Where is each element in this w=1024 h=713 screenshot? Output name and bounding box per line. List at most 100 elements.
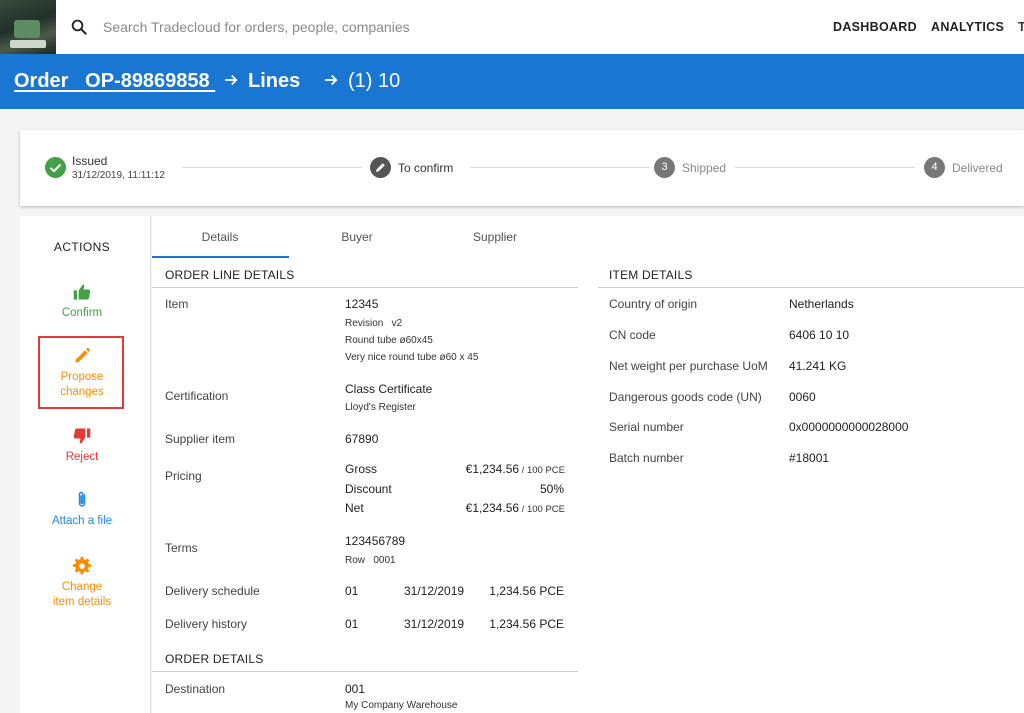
change-item-details-label-line1: Change [61,581,103,593]
arrow-right-icon [325,74,338,86]
delivery-history-date: 31/12/2019 [404,617,465,631]
gross-price: €1,234.56 / 100 PCE [465,462,565,476]
gross-label: Gross [345,462,378,476]
dangerous-goods-value: 0060 [789,390,816,404]
destination-value: 001 [345,682,366,696]
delivery-schedule-number: 01 [345,584,359,598]
certification-value: Class Certificate [345,382,433,396]
destination-name: My Company Warehouse [345,700,458,711]
supplier-item-label: Supplier item [165,432,236,446]
thumbs-down-icon [73,428,91,444]
gear-icon [72,556,92,575]
section-divider [598,287,1024,288]
nav-dashboard[interactable]: DASHBOARD [833,20,917,34]
batch-number-label: Batch number [609,451,684,465]
cn-code-value: 6406 10 10 [789,328,850,342]
tab-details[interactable]: Details [152,230,288,244]
step-issued-label: Issued [72,154,108,168]
section-divider [152,287,578,288]
terms-value: 123456789 [345,534,406,548]
discount-label: Discount [345,482,392,496]
step-connector [735,167,915,168]
step-to-confirm-label: To confirm [398,161,454,175]
pencil-icon [370,157,391,178]
propose-changes-label-line2: changes [60,386,104,398]
cn-code-label: CN code [609,328,656,342]
serial-number-label: Serial number [609,420,684,434]
thumbs-up-icon [73,284,91,300]
net-weight-label: Net weight per purchase UoM [609,359,768,373]
step-connector [470,167,650,168]
delivery-history-quantity: 1,234.56 PCE [489,617,564,631]
change-item-details-label-line2: item details [52,596,112,608]
step-issued-date: 31/12/2019, 11:11:12 [72,170,166,181]
step-connector [182,167,362,168]
pricing-label: Pricing [165,469,202,483]
paperclip-icon [78,491,86,507]
step-shipped-label: Shipped [682,161,727,175]
pencil-icon [75,347,91,363]
order-line-content: Details Buyer Supplier ORDER LINE DETAIL… [152,216,1024,713]
item-name: Round tube ø60x45 [345,335,433,346]
confirm-label: Confirm [61,307,103,319]
step-number-badge: 4 [924,157,945,178]
propose-changes-label-line1: Propose [60,371,104,383]
breadcrumb-line: (1) 10 [348,70,401,92]
delivery-schedule-date: 31/12/2019 [404,584,465,598]
item-description: Very nice round tube ø60 x 45 [345,352,479,363]
delivery-schedule-quantity: 1,234.56 PCE [489,584,564,598]
check-circle-icon [45,157,66,178]
search-input[interactable] [103,14,603,40]
attach-file-button[interactable]: Attach a file [38,490,126,529]
net-price: €1,234.56 / 100 PCE [465,501,565,515]
reject-button[interactable]: Reject [38,426,126,465]
detail-tabs: Details Buyer Supplier [152,216,1024,258]
breadcrumb-order[interactable]: Order OP-89869858 [14,70,215,93]
delivery-history-number: 01 [345,617,359,631]
search-icon[interactable] [70,18,88,36]
item-label: Item [165,297,189,311]
item-details-title: ITEM DETAILS [609,268,693,282]
top-bar: DASHBOARD ANALYTICS T [0,0,1024,54]
net-label: Net [345,501,364,515]
active-tab-indicator [152,256,289,258]
order-status-stepper: Issued 31/12/2019, 11:11:12 To confirm 3… [20,130,1024,206]
nav-analytics[interactable]: ANALYTICS [931,20,1004,34]
terms-label: Terms [165,541,198,555]
dangerous-goods-label: Dangerous goods code (UN) [609,390,762,404]
destination-label: Destination [165,682,226,696]
arrow-right-icon [225,74,238,86]
discount-value: 50% [539,482,564,496]
confirm-button[interactable]: Confirm [38,282,126,321]
country-of-origin-value: Netherlands [789,297,854,311]
nav-item-truncated[interactable]: T [1018,20,1024,34]
order-details-title: ORDER DETAILS [165,652,264,666]
tab-supplier[interactable]: Supplier [427,230,563,244]
batch-number-value: #18001 [789,451,830,465]
item-value: 12345 [345,297,379,311]
net-weight-value: 41.241 KG [789,359,847,373]
actions-panel: ACTIONS Confirm Propose changes Reject A… [20,216,151,713]
delivery-schedule-label: Delivery schedule [165,584,260,598]
page-header: Order OP-89869858 Lines (1) 10 [0,54,1024,109]
actions-title: ACTIONS [53,240,111,254]
certification-label: Certification [165,389,229,403]
section-divider [152,671,578,672]
step-delivered-label: Delivered [952,161,1003,175]
supplier-item-value: 67890 [345,432,379,446]
country-of-origin-label: Country of origin [609,297,698,311]
delivery-history-label: Delivery history [165,617,248,631]
serial-number-value: 0x0000000000028000 [789,420,909,434]
attach-file-label: Attach a file [51,515,113,527]
terms-row: Row 0001 [345,555,396,566]
reject-label: Reject [65,451,99,463]
breadcrumb-lines[interactable]: Lines [248,70,300,93]
step-number-badge: 3 [654,157,675,178]
tab-buyer[interactable]: Buyer [289,230,425,244]
propose-changes-button[interactable]: Propose changes [38,346,126,400]
change-item-details-button[interactable]: Change item details [38,556,126,610]
company-logo[interactable] [0,0,56,54]
order-line-details-title: ORDER LINE DETAILS [165,268,295,282]
item-revision: Revision v2 [345,318,403,329]
certification-issuer: Lloyd's Register [345,402,416,413]
